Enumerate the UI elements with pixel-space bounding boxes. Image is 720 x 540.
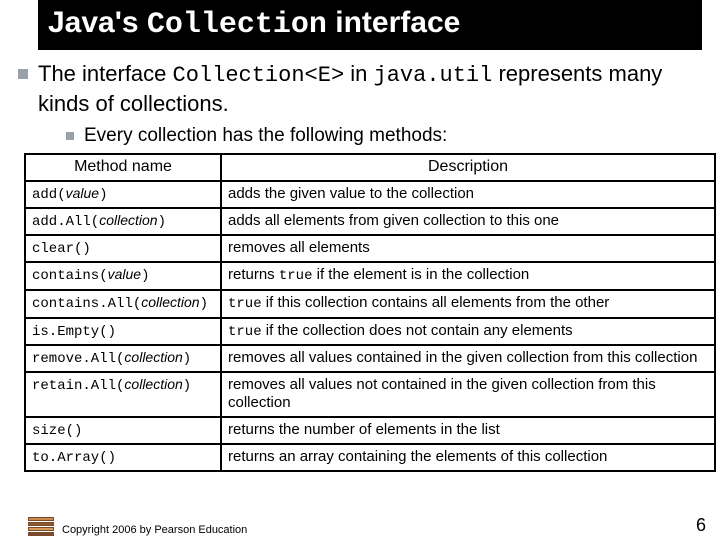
description-mono: true bbox=[228, 296, 262, 312]
bullet-1-text: The interface Collection<E> in java.util… bbox=[38, 60, 702, 117]
description-text: true if this collection contains all ele… bbox=[228, 294, 609, 311]
method-name: add(value) bbox=[32, 187, 107, 203]
title-mono: Collection bbox=[147, 8, 327, 42]
description-text: true if the collection does not contain … bbox=[228, 322, 573, 339]
sub-bullet-1: Every collection has the following metho… bbox=[66, 125, 702, 147]
table-row: add(value) adds the given value to the co… bbox=[25, 181, 715, 208]
bullet-1: The interface Collection<E> in java.util… bbox=[18, 60, 702, 117]
method-param: collection bbox=[124, 349, 182, 365]
method-param: collection bbox=[141, 294, 199, 310]
description-mono: true bbox=[279, 268, 313, 284]
description-cell: adds all elements from given collection … bbox=[221, 208, 715, 235]
method-cell: add(value) bbox=[25, 181, 221, 208]
table-row: contains.All(collection) true if this col… bbox=[25, 290, 715, 318]
description-cell: adds the given value to the collection bbox=[221, 181, 715, 208]
description-text: adds the given value to the collection bbox=[228, 185, 474, 202]
method-cell: contains(value) bbox=[25, 262, 221, 290]
description-text: returns true if the element is in the co… bbox=[228, 266, 529, 283]
description-cell: removes all values not contained in the … bbox=[221, 372, 715, 417]
table-row: retain.All(collection) removes all values… bbox=[25, 372, 715, 417]
th-method: Method name bbox=[25, 154, 221, 181]
method-param: value bbox=[108, 266, 141, 282]
method-name: size() bbox=[32, 423, 82, 439]
bullet-icon bbox=[66, 132, 74, 140]
slide: Java's Collection interface The interfac… bbox=[0, 0, 720, 540]
description-text: removes all values not contained in the … bbox=[228, 376, 656, 411]
description-mono: true bbox=[228, 324, 262, 340]
book-stack-icon bbox=[28, 514, 54, 536]
table-row: to.Array() returns an array containing th… bbox=[25, 444, 715, 471]
table-row: add.All(collection) adds all elements fro… bbox=[25, 208, 715, 235]
method-cell: retain.All(collection) bbox=[25, 372, 221, 417]
table-row: clear() removes all elements bbox=[25, 235, 715, 262]
method-name: clear() bbox=[32, 241, 91, 257]
method-cell: size() bbox=[25, 417, 221, 444]
method-param: collection bbox=[124, 376, 182, 392]
title-post: interface bbox=[327, 6, 460, 39]
description-cell: removes all values contained in the give… bbox=[221, 345, 715, 372]
description-cell: removes all elements bbox=[221, 235, 715, 262]
description-text: returns an array containing the elements… bbox=[228, 448, 607, 465]
table-header-row: Method name Description bbox=[25, 154, 715, 181]
method-cell: to.Array() bbox=[25, 444, 221, 471]
description-cell: returns true if the element is in the co… bbox=[221, 262, 715, 290]
method-cell: add.All(collection) bbox=[25, 208, 221, 235]
method-name: to.Array() bbox=[32, 450, 116, 466]
sub-bullet-1-text: Every collection has the following metho… bbox=[84, 125, 447, 147]
method-param: value bbox=[66, 185, 99, 201]
methods-table: Method name Description add(value) adds t… bbox=[24, 153, 716, 472]
description-cell: true if this collection contains all ele… bbox=[221, 290, 715, 318]
description-cell: returns an array containing the elements… bbox=[221, 444, 715, 471]
method-cell: clear() bbox=[25, 235, 221, 262]
copyright-text: Copyright 2006 by Pearson Education bbox=[62, 524, 247, 536]
title-pre: Java's bbox=[48, 6, 147, 39]
description-text: removes all elements bbox=[228, 239, 370, 256]
bullet-mid: in bbox=[344, 61, 373, 86]
slide-footer: Copyright 2006 by Pearson Education 6 bbox=[0, 514, 720, 536]
method-name: contains.All(collection) bbox=[32, 296, 208, 312]
description-cell: true if the collection does not contain … bbox=[221, 318, 715, 346]
table-row: size() returns the number of elements in … bbox=[25, 417, 715, 444]
method-name: add.All(collection) bbox=[32, 214, 166, 230]
method-param: collection bbox=[99, 212, 157, 228]
slide-body: The interface Collection<E> in java.util… bbox=[0, 50, 720, 472]
description-text: removes all values contained in the give… bbox=[228, 349, 697, 366]
slide-title: Java's Collection interface bbox=[38, 0, 702, 50]
footer-left: Copyright 2006 by Pearson Education bbox=[28, 514, 247, 536]
method-cell: contains.All(collection) bbox=[25, 290, 221, 318]
bullet-mono1: Collection<E> bbox=[173, 63, 345, 88]
page-number: 6 bbox=[696, 515, 706, 536]
method-name: is.Empty() bbox=[32, 324, 116, 340]
description-text: adds all elements from given collection … bbox=[228, 212, 559, 229]
th-description: Description bbox=[221, 154, 715, 181]
method-name: retain.All(collection) bbox=[32, 378, 191, 394]
table-row: contains(value) returns true if the eleme… bbox=[25, 262, 715, 290]
bullet-icon bbox=[18, 69, 28, 79]
bullet-mono2: java.util bbox=[374, 63, 493, 88]
method-cell: remove.All(collection) bbox=[25, 345, 221, 372]
method-cell: is.Empty() bbox=[25, 318, 221, 346]
method-name: contains(value) bbox=[32, 268, 150, 284]
table-row: is.Empty() true if the collection does no… bbox=[25, 318, 715, 346]
description-text: returns the number of elements in the li… bbox=[228, 421, 500, 438]
description-cell: returns the number of elements in the li… bbox=[221, 417, 715, 444]
method-name: remove.All(collection) bbox=[32, 351, 191, 367]
bullet-pre: The interface bbox=[38, 61, 173, 86]
table-row: remove.All(collection) removes all values… bbox=[25, 345, 715, 372]
